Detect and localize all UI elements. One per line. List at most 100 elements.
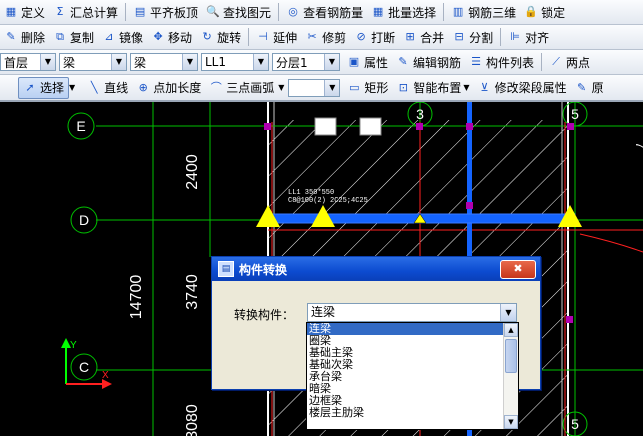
lock-button[interactable]: 🔒 锁定 — [520, 2, 569, 22]
beam-annotation-rebar: C8@100(2) 2C25;4C25 — [288, 197, 368, 205]
close-icon: ✖ — [513, 262, 523, 275]
node-marker — [567, 123, 574, 130]
copy-label: 复制 — [70, 30, 95, 45]
board-top-label: 平齐板顶 — [150, 5, 199, 20]
mirror-button[interactable]: ⊿ 镜像 — [98, 27, 147, 47]
point-length-button[interactable]: ⊕ 点加长度 — [132, 78, 205, 98]
delete-button[interactable]: ✎ 删除 — [0, 27, 49, 47]
scroll-up-icon[interactable]: ▲ — [504, 323, 518, 337]
type-select[interactable]: 梁 ▼ — [130, 53, 198, 71]
move-label: 移动 — [168, 30, 193, 45]
arc-mode-select[interactable]: ▼ — [288, 78, 341, 97]
rebar-3d-button[interactable]: ▥ 钢筋三维 — [447, 2, 520, 22]
modify-span-icon: ⊻ — [480, 80, 489, 94]
edit-rebar-button[interactable]: ✎ 编辑钢筋 — [392, 52, 465, 72]
select-button[interactable]: ➚ 选择 — [18, 76, 70, 99]
edit-toolbar: ✎ 删除 ⧉ 复制 ⊿ 镜像 ✥ 移动 ↻ 旋转 ⊣ 延伸 ✂ 修剪 ⊘ 打断 ⊞ 合并 ⊟ 分割 ⊫ 对齐 — [0, 25, 643, 50]
lock-icon: 🔒 — [524, 5, 538, 18]
axis-bubble-e: E — [67, 112, 95, 140]
define-label: 定义 — [21, 5, 46, 20]
convert-label: 转换构件： — [234, 308, 295, 322]
arc-icon: ⌒ — [210, 80, 222, 94]
smart-layout-button[interactable]: ⊡ 智能布置 ▼ — [392, 78, 473, 98]
extend-label: 延伸 — [273, 30, 298, 45]
axis-bubble-c: C — [70, 353, 98, 381]
mirror-label: 镜像 — [119, 30, 144, 45]
orig-button[interactable]: ✎ 原 — [571, 78, 608, 98]
dimension-14700: 14700 — [128, 275, 145, 320]
separator — [443, 3, 445, 21]
dropdown-scrollbar[interactable]: ▲ ▼ — [503, 323, 518, 429]
break-button[interactable]: ⊘ 打断 — [350, 27, 399, 47]
axis-bubble-d: D — [70, 206, 98, 234]
scroll-down-icon[interactable]: ▼ — [504, 415, 518, 429]
rotate-button[interactable]: ↻ 旋转 — [196, 27, 245, 47]
split-button[interactable]: ⊟ 分割 — [448, 27, 497, 47]
define-icon: ▦ — [5, 5, 17, 18]
board-top-button[interactable]: ▤ 平齐板顶 — [129, 2, 202, 22]
node-marker — [264, 123, 271, 130]
sum-button[interactable]: Σ 汇总计算 — [49, 2, 122, 22]
properties-icon: ▣ — [348, 55, 360, 68]
trim-button[interactable]: ✂ 修剪 — [301, 27, 350, 47]
view-rebar-button[interactable]: ◎ 查看钢筋量 — [282, 2, 367, 22]
two-points-icon: ⟋ — [552, 55, 560, 68]
component-type-dropdown[interactable]: 连梁 圈梁 基础主梁 基础次梁 承台梁 暗梁 边框梁 楼层主肋梁 ▲ ▼ — [306, 322, 519, 430]
dropdown-option[interactable]: 承台梁 — [307, 371, 518, 383]
lock-label: 锁定 — [541, 5, 566, 20]
component-list-button[interactable]: ☰ 构件列表 — [465, 52, 538, 72]
modify-span-button[interactable]: ⊻ 修改梁段属性 — [474, 78, 571, 98]
svg-text:5: 5 — [571, 416, 579, 432]
separator — [125, 3, 127, 21]
rect-button[interactable]: ▭ 矩形 — [343, 78, 392, 98]
batch-select-label: 批量选择 — [388, 5, 437, 20]
delete-label: 删除 — [21, 30, 46, 45]
floor-select[interactable]: 首层 ▼ — [0, 53, 56, 71]
svg-text:Y: Y — [70, 340, 77, 351]
two-points-button[interactable]: ⟋ 两点 — [545, 52, 594, 72]
rect-icon: ▭ — [349, 80, 360, 94]
dropdown-option[interactable]: 连梁 — [307, 323, 518, 335]
separator — [541, 53, 543, 71]
extend-button[interactable]: ⊣ 延伸 — [252, 27, 301, 47]
line-button[interactable]: ╲ 直线 — [83, 78, 132, 98]
layer-select[interactable]: 分层1 ▼ — [272, 53, 340, 71]
properties-button[interactable]: ▣ 属性 — [343, 52, 392, 72]
select-dropdown-icon[interactable]: ▼ — [69, 83, 75, 92]
rotate-icon: ↻ — [202, 30, 212, 43]
orig-icon: ✎ — [576, 80, 587, 94]
dropdown-option[interactable]: 楼层主肋梁 — [307, 407, 518, 419]
chevron-down-icon[interactable]: ▼ — [500, 304, 516, 321]
node-marker — [416, 123, 423, 130]
rebar-3d-label: 钢筋三维 — [468, 5, 517, 20]
arc-dropdown-icon[interactable]: ▼ — [278, 83, 284, 92]
component-toolbar: 首层 ▼ 梁 ▼ 梁 ▼ LL1 ▼ 分层1 ▼ ▣ 属性 ✎ 编辑钢筋 ☰ 构件列表 ⟋ 两点 — [0, 50, 643, 75]
merge-button[interactable]: ⊞ 合并 — [399, 27, 448, 47]
sum-label: 汇总计算 — [70, 5, 119, 20]
move-button[interactable]: ✥ 移动 — [147, 27, 196, 47]
beam-annotation-name: LL1 350*550 — [288, 189, 334, 197]
component-select[interactable]: LL1 ▼ — [201, 53, 269, 71]
batch-select-button[interactable]: ▦ 批量选择 — [367, 2, 440, 22]
view-rebar-icon: ◎ — [288, 5, 298, 18]
right-edge-dimension: 7 — [633, 142, 643, 149]
category-select[interactable]: 梁 ▼ — [59, 53, 127, 71]
copy-button[interactable]: ⧉ 复制 — [49, 27, 98, 47]
point-length-icon: ⊕ — [138, 80, 148, 94]
find-icon: 🔍 — [206, 5, 220, 18]
dialog-title: 构件转换 — [239, 262, 288, 277]
convert-component-select[interactable]: 连梁 ▼ — [307, 303, 517, 322]
trim-label: 修剪 — [322, 30, 347, 45]
delete-icon: ✎ — [6, 30, 16, 43]
smart-layout-icon: ⊡ — [398, 80, 408, 94]
sum-icon: Σ — [56, 5, 64, 18]
close-button[interactable]: ✖ — [500, 260, 536, 279]
define-button[interactable]: ▦ 定义 — [0, 2, 49, 22]
arc-button[interactable]: ⌒ 三点画弧 — [205, 78, 278, 98]
align-button[interactable]: ⊫ 对齐 — [504, 27, 553, 47]
svg-text:X: X — [102, 370, 109, 381]
dialog-app-icon: ▤ — [218, 261, 234, 277]
find-button[interactable]: 🔍 查找图元 — [202, 2, 275, 22]
scroll-thumb[interactable] — [505, 339, 517, 373]
move-icon: ✥ — [153, 30, 163, 43]
